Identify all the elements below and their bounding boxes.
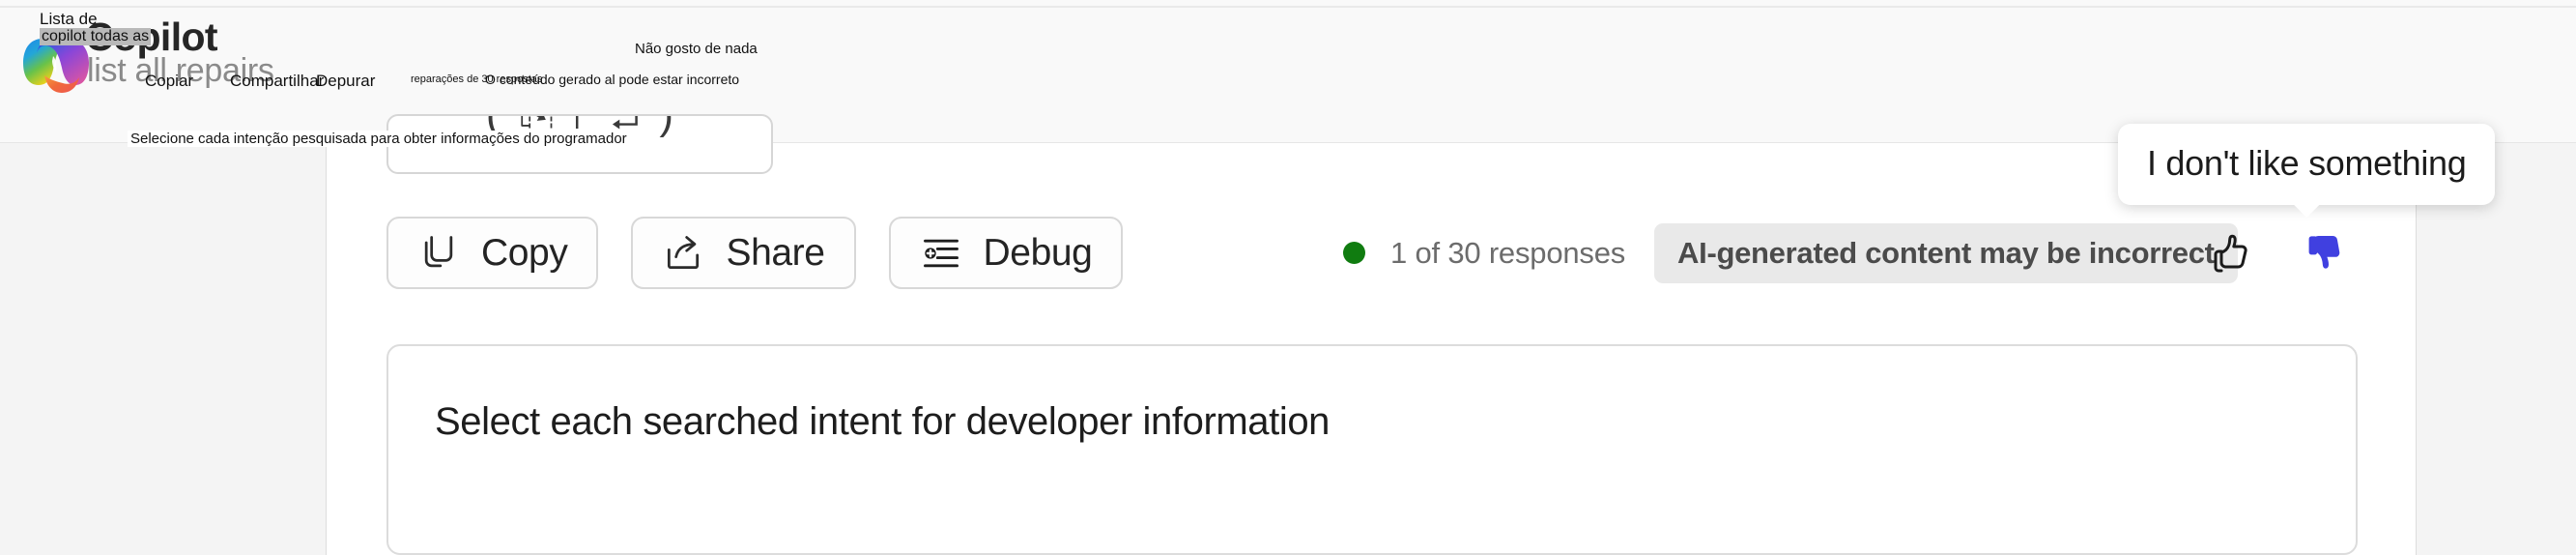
ai-disclaimer-badge: AI-generated content may be incorrect xyxy=(1654,222,2238,283)
share-icon xyxy=(662,232,704,275)
overlay-depurar: Depurar xyxy=(316,72,376,90)
debug-list-icon xyxy=(920,232,962,275)
feedback-tooltip-text: I don't like something xyxy=(2147,143,2467,183)
responses-count-text: 1 of 30 responses xyxy=(1390,235,1626,270)
thumbs-up-icon[interactable] xyxy=(2208,230,2254,277)
action-button-row: Copy Share Debug xyxy=(386,217,1124,289)
feedback-tooltip: I don't like something xyxy=(2118,124,2496,218)
debug-button-label: Debug xyxy=(983,232,1093,274)
copy-icon xyxy=(417,232,460,275)
overlay-copilot-todas-as: copilot todas as xyxy=(40,28,152,45)
status-cluster: 1 of 30 responses AI-generated content m… xyxy=(1343,217,2238,289)
left-divider xyxy=(326,143,327,555)
header-top-rule xyxy=(0,6,2576,8)
app-root: Copilot list all repairs Lista de copilo… xyxy=(0,0,2576,555)
status-dot-icon xyxy=(1343,242,1365,264)
overlay-copiar: Copiar xyxy=(145,72,194,90)
thumbs-down-icon[interactable] xyxy=(2303,230,2349,277)
debug-button[interactable]: Debug xyxy=(888,217,1124,289)
overlay-nao-gosto-de-nada: Não gosto de nada xyxy=(635,41,758,57)
overlay-compartilhar: Compartilhar xyxy=(230,72,325,90)
overlay-conteudo-gerado: O conteúdo gerado al pode estar incorret… xyxy=(485,72,740,87)
share-button[interactable]: Share xyxy=(631,217,856,289)
intent-card-heading: Select each searched intent for develope… xyxy=(435,400,1331,443)
overlay-lista-de: Lista de xyxy=(40,10,98,28)
feedback-icon-group xyxy=(2208,217,2349,289)
share-button-label: Share xyxy=(726,232,825,274)
overlay-selecione-intencao: Selecione cada intenção pesquisada para … xyxy=(128,131,630,147)
copy-button[interactable]: Copy xyxy=(386,217,599,289)
copy-button-label: Copy xyxy=(481,232,568,274)
intent-content-card[interactable]: Select each searched intent for develope… xyxy=(386,344,2358,555)
